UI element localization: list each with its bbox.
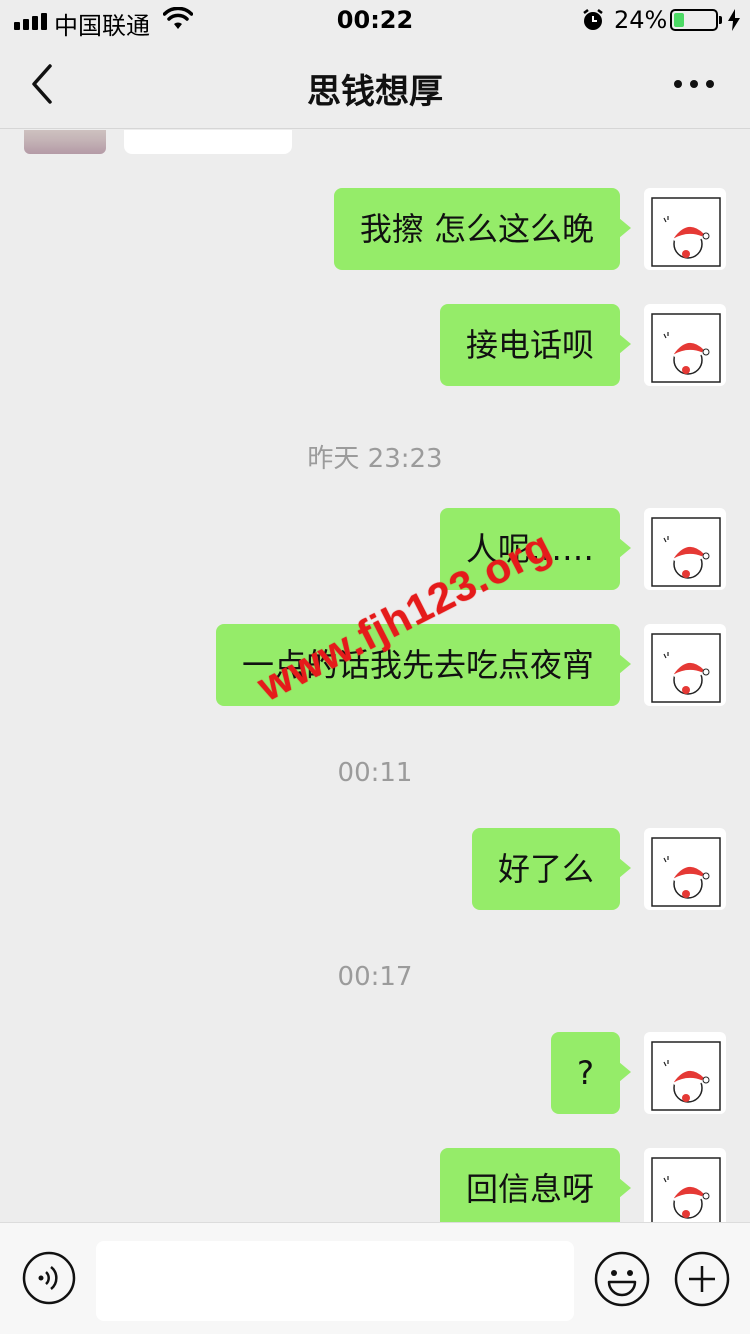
sticker-avatar-icon: [651, 1041, 721, 1111]
battery-icon: [670, 9, 718, 31]
nav-bar: 思钱想厚: [0, 40, 750, 129]
charging-icon: [728, 9, 740, 31]
sent-bubble[interactable]: ?: [551, 1032, 631, 1114]
plus-icon: [674, 1251, 730, 1307]
chat-title: 思钱想厚: [307, 72, 443, 112]
emoji-button[interactable]: [594, 1251, 650, 1307]
message-row: ?: [0, 1032, 750, 1116]
my-avatar[interactable]: [644, 828, 726, 910]
sticker-avatar-icon: [651, 313, 721, 383]
chat-timestamp: 00:17: [337, 962, 413, 992]
message-row: 接电话呗: [0, 304, 750, 388]
battery-level-fill: [674, 13, 684, 27]
battery-nub: [719, 16, 722, 24]
sticker-avatar-icon: [651, 633, 721, 703]
received-bubble[interactable]: [124, 130, 292, 154]
message-row: 回信息呀: [0, 1148, 750, 1222]
plus-button[interactable]: [674, 1251, 730, 1307]
sent-bubble[interactable]: 好了么: [471, 828, 632, 910]
contact-avatar[interactable]: [24, 130, 106, 154]
alarm-icon: [583, 9, 603, 30]
voice-button[interactable]: [22, 1251, 76, 1305]
my-avatar[interactable]: [644, 304, 726, 386]
battery-percent: 24%: [614, 6, 668, 34]
my-avatar[interactable]: [644, 624, 726, 706]
my-avatar[interactable]: [644, 188, 726, 270]
sticker-avatar-icon: [651, 837, 721, 907]
my-avatar[interactable]: [644, 508, 726, 590]
message-row: 我擦 怎么这么晚: [0, 188, 750, 272]
message-row: 好了么: [0, 828, 750, 912]
message-row: 人呢……: [0, 508, 750, 592]
sticker-avatar-icon: [651, 1157, 721, 1222]
my-avatar[interactable]: [644, 1032, 726, 1114]
chat-timestamp: 昨天 23:23: [307, 444, 443, 474]
more-button[interactable]: [668, 70, 720, 98]
my-avatar[interactable]: [644, 1148, 726, 1222]
input-bar: [0, 1222, 750, 1334]
sent-bubble[interactable]: 回信息呀: [439, 1148, 632, 1222]
sticker-avatar-icon: [651, 197, 721, 267]
sent-bubble[interactable]: 接电话呗: [439, 304, 632, 386]
chat-timestamp: 00:11: [337, 758, 413, 788]
more-dots-icon: [674, 80, 714, 88]
chat-area[interactable]: 我擦 怎么这么晚 接电话呗 昨天 23:23 人呢…… 一点的话我先去吃点夜宵 …: [0, 130, 750, 1222]
sent-bubble[interactable]: 我擦 怎么这么晚: [333, 188, 632, 270]
emoji-icon: [594, 1251, 650, 1307]
message-input[interactable]: [96, 1241, 574, 1321]
voice-icon: [22, 1251, 76, 1305]
sticker-avatar-icon: [651, 517, 721, 587]
status-bar: 中国联通 00:22 24%: [0, 0, 750, 40]
